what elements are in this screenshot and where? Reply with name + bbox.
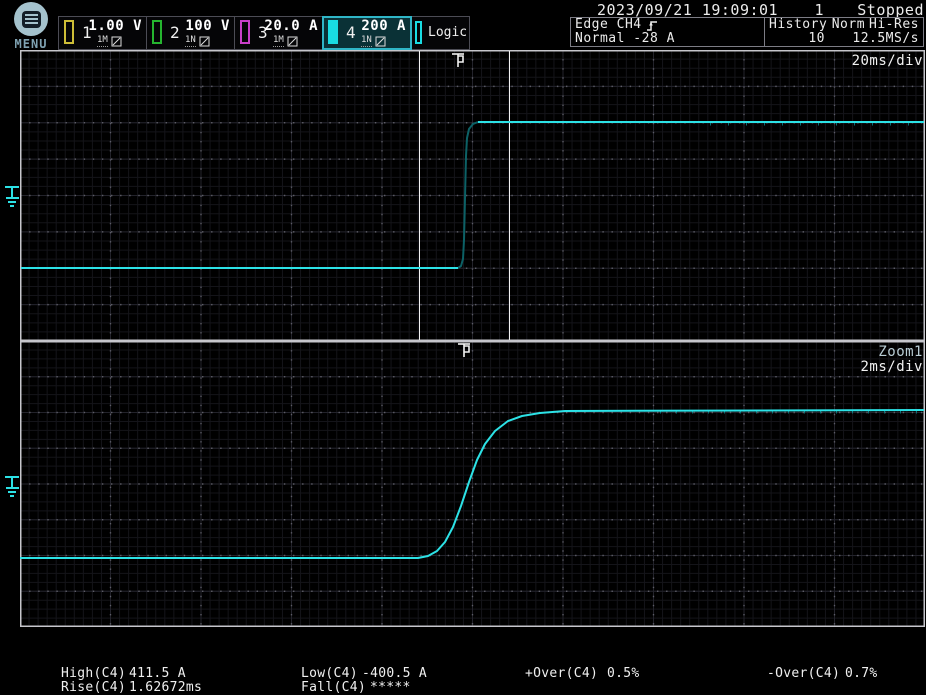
sample-rate: 12.5MS/s [852, 32, 919, 46]
zoom-graticule [20, 341, 925, 627]
channel-2-coupling: 1N [185, 36, 196, 47]
probe-icon [287, 36, 298, 47]
ch4-zoom-ground-marker[interactable] [2, 474, 22, 500]
trigger-mode: Norm [832, 18, 865, 32]
measurement-label: +Over(C4) [525, 666, 598, 681]
trigger-settings: Edge CH4 Normal -28 A [571, 18, 765, 46]
trigger-mode-level: Normal -28 A [575, 32, 675, 46]
channel-1-color-chip [64, 20, 74, 44]
measurement-value: -400.5 A [362, 666, 427, 681]
measurement-value: ***** [370, 680, 411, 695]
channel-2-scale: 100 V [185, 18, 230, 34]
channel-1-button[interactable]: 1 1.00 V 1M [59, 17, 147, 49]
measurement-value: 0.5% [607, 666, 640, 681]
channel-4-color-chip [328, 20, 338, 44]
channel-3-color-chip [240, 20, 250, 44]
trigger-type-source: Edge CH4 [575, 18, 642, 32]
channel-3-scale: 20.0 A [264, 18, 318, 34]
zoom-timebase-label: 2ms/div [860, 359, 923, 375]
acquisition-settings: History Norm Hi-Res 10 12.5MS/s [765, 18, 923, 46]
channel-3-button[interactable]: 3 20.0 A 1M [235, 17, 323, 49]
measurement-value: 1.62672ms [129, 680, 202, 695]
channel-1-coupling: 1M [97, 36, 108, 47]
measurement-value: 411.5 A [129, 666, 186, 681]
main-trigger-position-marker[interactable] [451, 52, 466, 69]
menu-label: MENU [4, 37, 58, 51]
channel-1-scale: 1.00 V [88, 18, 142, 34]
channel-4-coupling: 1N [361, 36, 372, 47]
channel-2-button[interactable]: 2 100 V 1N [147, 17, 235, 49]
menu-icon [14, 2, 48, 36]
rising-edge-icon [646, 19, 658, 32]
probe-icon [111, 36, 122, 47]
channel-2-number: 2 [170, 23, 180, 42]
zoom-waveform-window[interactable] [20, 341, 925, 627]
hamburger-icon [22, 11, 41, 28]
channel-4-scale: 200 A [361, 18, 406, 34]
zoom-trigger-position-marker[interactable] [457, 342, 472, 359]
measurement-label: Low(C4) [301, 666, 358, 681]
measurement-label: High(C4) [61, 666, 126, 681]
history-value: 10 [769, 32, 825, 46]
main-graticule [20, 50, 925, 341]
main-timebase-label: 20ms/div [852, 53, 923, 69]
trigger-info-panel[interactable]: Edge CH4 Normal -28 A History Norm Hi-Re… [570, 17, 924, 47]
measurement-value: 0.7% [845, 666, 878, 681]
channel-4-number: 4 [346, 23, 356, 42]
oscilloscope-screen: MENU 1 1.00 V 1M 2 100 V 1N 3 20.0 A [0, 0, 926, 695]
channel-bar: 1 1.00 V 1M 2 100 V 1N 3 20.0 A 1M [58, 16, 470, 50]
zoom-window-label: Zoom1 [878, 344, 923, 360]
logic-color-chip [415, 21, 422, 44]
ch4-ground-marker[interactable] [2, 184, 22, 210]
measurement-label: -Over(C4) [767, 666, 840, 681]
probe-icon [375, 36, 386, 47]
history-label: History [769, 18, 827, 32]
logic-label: Logic [428, 25, 467, 40]
channel-3-coupling: 1M [273, 36, 284, 47]
menu-button[interactable]: MENU [4, 2, 58, 51]
main-waveform-window[interactable] [20, 50, 925, 341]
channel-2-color-chip [152, 20, 162, 44]
channel-4-button[interactable]: 4 200 A 1N [323, 17, 411, 49]
logic-button[interactable]: Logic [411, 17, 469, 49]
acquisition-mode: Hi-Res [869, 18, 919, 32]
measurement-label: Rise(C4) [61, 680, 126, 695]
measurement-label: Fall(C4) [301, 680, 366, 695]
probe-icon [199, 36, 210, 47]
